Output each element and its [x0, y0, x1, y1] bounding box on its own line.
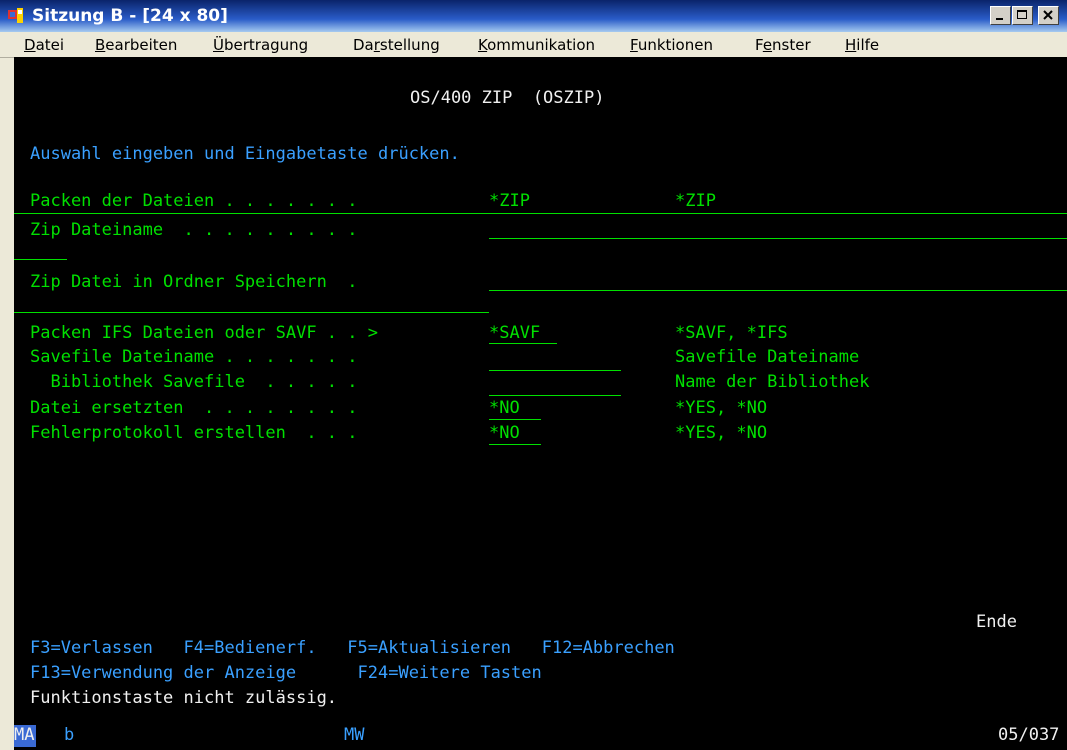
- minimize-button[interactable]: [990, 6, 1011, 25]
- savefile-hint: Savefile Dateiname: [675, 347, 860, 367]
- menu-fenster[interactable]: Fenster: [755, 36, 811, 54]
- close-button[interactable]: [1038, 6, 1059, 25]
- fehlerprotokoll-hint: *YES, *NO: [675, 423, 768, 443]
- end-marker: Ende: [976, 612, 1017, 632]
- field-label-bibliothek: Bibliothek Savefile . . . . .: [30, 372, 358, 392]
- field-underline: [489, 238, 1067, 239]
- field-underline: [489, 370, 621, 371]
- datei-ersetzen-hint: *YES, *NO: [675, 398, 768, 418]
- cursor-position: 05/037: [998, 725, 1060, 745]
- field-underline: [14, 312, 489, 313]
- field-label-packen-ifs: Packen IFS Dateien oder SAVF . . >: [30, 323, 378, 343]
- fehlerprotokoll-value: *NO: [489, 423, 520, 443]
- packen-value: *ZIP: [489, 191, 530, 211]
- session-icon: [8, 8, 24, 24]
- field-label-zip-ordner: Zip Datei in Ordner Speichern .: [30, 272, 358, 292]
- packen-hint: *ZIP: [675, 191, 716, 211]
- field-underline: [489, 343, 557, 344]
- mode-indicator-label: MA: [14, 725, 35, 745]
- fehlerprotokoll-input[interactable]: *NO: [489, 423, 541, 443]
- window-title: Sitzung B - [24 x 80]: [32, 6, 228, 26]
- field-label-datei-ersetzen: Datei ersetzten . . . . . . . .: [30, 398, 358, 418]
- status-bar: MA b MW 05/037: [14, 715, 1067, 750]
- menu-funktionen[interactable]: Funktionen: [630, 36, 713, 54]
- menu-darstellung[interactable]: Darstellung: [353, 36, 440, 54]
- field-underline: [489, 419, 541, 420]
- screen-header: OS/400 ZIP (OSZIP): [410, 88, 605, 108]
- field-label-savefile: Savefile Dateiname . . . . . . .: [30, 347, 358, 367]
- datei-ersetzen-input[interactable]: *NO: [489, 398, 541, 418]
- packen-input[interactable]: *ZIP: [489, 191, 581, 211]
- bibliothek-input[interactable]: [489, 372, 621, 392]
- title-bar[interactable]: Sitzung B - [24 x 80]: [0, 0, 1067, 32]
- menu-bearbeiten[interactable]: Bearbeiten: [95, 36, 177, 54]
- function-keys-line-2: F13=Verwendung der Anzeige F24=Weitere T…: [30, 663, 542, 683]
- field-label-zip-dateiname: Zip Dateiname . . . . . . . . .: [30, 220, 358, 240]
- packen-ifs-hint: *SAVF, *IFS: [675, 323, 788, 343]
- field-underline: [489, 444, 541, 445]
- indicator-b: b: [64, 725, 75, 745]
- field-underline: [489, 395, 621, 396]
- savefile-input[interactable]: [489, 347, 621, 367]
- menu-hilfe[interactable]: Hilfe: [845, 36, 879, 54]
- field-label-fehlerprotokoll: Fehlerprotokoll erstellen . . .: [30, 423, 358, 443]
- indicator-mw: MW: [344, 725, 365, 745]
- datei-ersetzen-value: *NO: [489, 398, 520, 418]
- terminal-screen[interactable]: OS/400 ZIP (OSZIP) Auswahl eingeben und …: [14, 57, 1067, 715]
- zip-dateiname-input[interactable]: [489, 220, 1067, 240]
- field-label-packen: Packen der Dateien . . . . . . .: [30, 191, 358, 211]
- field-underline: [14, 213, 1067, 214]
- message-line: Funktionstaste nicht zulässig.: [30, 688, 338, 708]
- packen-ifs-input[interactable]: *SAVF: [489, 323, 557, 343]
- packen-ifs-value: *SAVF: [489, 323, 541, 343]
- field-underline: [14, 259, 67, 260]
- maximize-button[interactable]: [1012, 6, 1033, 25]
- field-underline: [489, 290, 1067, 291]
- menu-bar: Datei Bearbeiten Übertragung Darstellung…: [0, 32, 1067, 58]
- menu-kommunikation[interactable]: Kommunikation: [478, 36, 595, 54]
- function-keys-line-1: F3=Verlassen F4=Bedienerf. F5=Aktualisie…: [30, 638, 675, 658]
- maximize-icon: [1017, 10, 1027, 19]
- bibliothek-hint: Name der Bibliothek: [675, 372, 870, 392]
- menu-datei[interactable]: Datei: [24, 36, 64, 54]
- menu-uebertragung[interactable]: Übertragung: [213, 36, 308, 54]
- close-icon: [1043, 10, 1053, 20]
- instruction-text: Auswahl eingeben und Eingabetaste drücke…: [30, 144, 460, 164]
- zip-ordner-input[interactable]: [489, 272, 1067, 292]
- minimize-icon: [996, 18, 1003, 20]
